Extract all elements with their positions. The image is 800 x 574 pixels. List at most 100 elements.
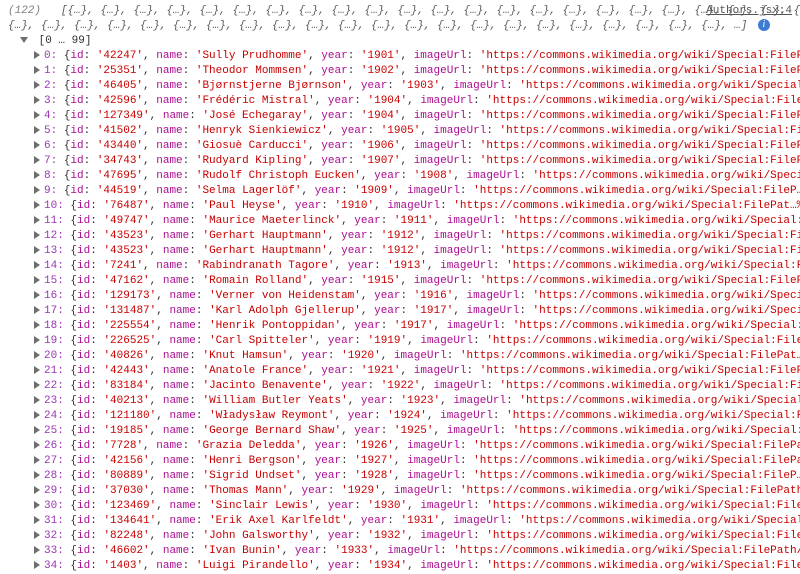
console-object-row[interactable]: 16: {id: '129173', name: 'Verner von Hei… — [34, 289, 800, 304]
row-index: 6: — [44, 140, 57, 152]
row-index: 19: — [44, 335, 64, 347]
disclosure-triangle-icon[interactable] — [34, 411, 40, 419]
disclosure-triangle-icon[interactable] — [34, 126, 40, 134]
array-preview-continued: {…}, {…}, {…}, {…}, {…}, {…}, {…}, {…}, … — [8, 20, 747, 32]
disclosure-triangle-icon[interactable] — [34, 486, 40, 494]
row-index: 7: — [44, 155, 57, 167]
row-index: 3: — [44, 95, 57, 107]
console-object-row[interactable]: 6: {id: '43440', name: 'Giosuè Carducci'… — [34, 139, 800, 154]
row-index: 24: — [44, 410, 64, 422]
console-object-row[interactable]: 1: {id: '25351', name: 'Theodor Mommsen'… — [34, 64, 800, 79]
console-object-row[interactable]: 34: {id: '1403', name: 'Luigi Pirandello… — [34, 559, 800, 574]
console-object-row[interactable]: 26: {id: '7728', name: 'Grazia Deledda',… — [34, 439, 800, 454]
disclosure-triangle-icon[interactable] — [34, 51, 40, 59]
console-object-row[interactable]: 20: {id: '40826', name: 'Knut Hamsun', y… — [34, 349, 800, 364]
disclosure-triangle-icon[interactable] — [34, 81, 40, 89]
row-index: 22: — [44, 380, 64, 392]
disclosure-triangle-icon[interactable] — [34, 201, 40, 209]
console-object-row[interactable]: 22: {id: '83184', name: 'Jacinto Benaven… — [34, 379, 800, 394]
disclosure-triangle-icon[interactable] — [34, 171, 40, 179]
console-object-row[interactable]: 19: {id: '226525', name: 'Carl Spitteler… — [34, 334, 800, 349]
console-object-row[interactable]: 4: {id: '127349', name: 'José Echegaray'… — [34, 109, 800, 124]
console-object-row[interactable]: 0: {id: '42247', name: 'Sully Prudhomme'… — [34, 49, 800, 64]
row-index: 10: — [44, 200, 64, 212]
row-index: 17: — [44, 305, 64, 317]
console-object-row[interactable]: 8: {id: '47695', name: 'Rudolf Christoph… — [34, 169, 800, 184]
row-index: 30: — [44, 500, 64, 512]
group-label: [0 … 99] — [39, 35, 92, 47]
console-object-row[interactable]: 21: {id: '42443', name: 'Anatole France'… — [34, 364, 800, 379]
row-index: 29: — [44, 485, 64, 497]
disclosure-triangle-icon[interactable] — [34, 546, 40, 554]
console-object-row[interactable]: 3: {id: '42596', name: 'Frédéric Mistral… — [34, 94, 800, 109]
console-object-row[interactable]: 15: {id: '47162', name: 'Romain Rolland'… — [34, 274, 800, 289]
console-object-row[interactable]: 33: {id: '46602', name: 'Ivan Bunin', ye… — [34, 544, 800, 559]
console-object-row[interactable]: 18: {id: '225554', name: 'Henrik Pontopp… — [34, 319, 800, 334]
console-object-row[interactable]: 28: {id: '80889', name: 'Sigrid Undset',… — [34, 469, 800, 484]
disclosure-triangle-icon[interactable] — [34, 501, 40, 509]
disclosure-triangle-icon[interactable] — [34, 441, 40, 449]
disclosure-triangle-icon[interactable] — [34, 351, 40, 359]
row-index: 12: — [44, 230, 64, 242]
row-index: 25: — [44, 425, 64, 437]
console-object-row[interactable]: 14: {id: '7241', name: 'Rabindranath Tag… — [34, 259, 800, 274]
console-object-row[interactable]: 9: {id: '44519', name: 'Selma Lagerlöf',… — [34, 184, 800, 199]
console-object-row[interactable]: 7: {id: '34743', name: 'Rudyard Kipling'… — [34, 154, 800, 169]
disclosure-triangle-icon[interactable] — [34, 426, 40, 434]
disclosure-triangle-icon[interactable] — [34, 231, 40, 239]
row-index: 33: — [44, 545, 64, 557]
disclosure-triangle-icon[interactable] — [20, 37, 28, 43]
disclosure-triangle-icon[interactable] — [34, 156, 40, 164]
console-object-row[interactable]: 32: {id: '82248', name: 'John Galsworthy… — [34, 529, 800, 544]
console-object-row[interactable]: 11: {id: '49747', name: 'Maurice Maeterl… — [34, 214, 800, 229]
console-object-row[interactable]: 13: {id: '43523', name: 'Gerhart Hauptma… — [34, 244, 800, 259]
disclosure-triangle-icon[interactable] — [34, 291, 40, 299]
row-index: 31: — [44, 515, 64, 527]
disclosure-triangle-icon[interactable] — [34, 381, 40, 389]
console-object-row[interactable]: 12: {id: '43523', name: 'Gerhart Hauptma… — [34, 229, 800, 244]
disclosure-triangle-icon[interactable] — [34, 456, 40, 464]
console-object-row[interactable]: 10: {id: '76487', name: 'Paul Heyse', ye… — [34, 199, 800, 214]
disclosure-triangle-icon[interactable] — [34, 561, 40, 569]
console-object-row[interactable]: 5: {id: '41502', name: 'Henryk Sienkiewi… — [34, 124, 800, 139]
group-0-99[interactable]: [0 … 99] — [0, 34, 800, 49]
row-index: 2: — [44, 80, 57, 92]
console-object-row[interactable]: 2: {id: '46405', name: 'Bjørnstjerne Bjø… — [34, 79, 800, 94]
info-icon[interactable]: i — [758, 19, 770, 31]
row-index: 1: — [44, 65, 57, 77]
disclosure-triangle-icon[interactable] — [34, 306, 40, 314]
console-object-row[interactable]: 31: {id: '134641', name: 'Erik Axel Karl… — [34, 514, 800, 529]
row-index: 13: — [44, 245, 64, 257]
disclosure-triangle-icon[interactable] — [34, 396, 40, 404]
row-index: 26: — [44, 440, 64, 452]
disclosure-triangle-icon[interactable] — [34, 516, 40, 524]
disclosure-triangle-icon[interactable] — [34, 336, 40, 344]
row-index: 11: — [44, 215, 64, 227]
object-rows: 0: {id: '42247', name: 'Sully Prudhomme'… — [0, 49, 800, 574]
disclosure-triangle-icon[interactable] — [34, 276, 40, 284]
disclosure-triangle-icon[interactable] — [34, 66, 40, 74]
disclosure-triangle-icon[interactable] — [34, 366, 40, 374]
disclosure-triangle-icon[interactable] — [34, 216, 40, 224]
row-index: 28: — [44, 470, 64, 482]
disclosure-triangle-icon[interactable] — [34, 246, 40, 254]
disclosure-triangle-icon[interactable] — [34, 471, 40, 479]
console-object-row[interactable]: 23: {id: '40213', name: 'William Butler … — [34, 394, 800, 409]
console-object-row[interactable]: 27: {id: '42156', name: 'Henri Bergson',… — [34, 454, 800, 469]
console-object-row[interactable]: 30: {id: '123469', name: 'Sinclair Lewis… — [34, 499, 800, 514]
disclosure-triangle-icon[interactable] — [34, 531, 40, 539]
disclosure-triangle-icon[interactable] — [34, 141, 40, 149]
disclosure-triangle-icon[interactable] — [34, 261, 40, 269]
disclosure-triangle-icon[interactable] — [34, 96, 40, 104]
console-object-row[interactable]: 29: {id: '37030', name: 'Thomas Mann', y… — [34, 484, 800, 499]
console-object-row[interactable]: 24: {id: '121180', name: 'Władysław Reym… — [34, 409, 800, 424]
row-index: 0: — [44, 50, 57, 62]
disclosure-triangle-icon[interactable] — [34, 321, 40, 329]
console-object-row[interactable]: 25: {id: '19185', name: 'George Bernard … — [34, 424, 800, 439]
disclosure-triangle-icon[interactable] — [34, 111, 40, 119]
disclosure-triangle-icon[interactable] — [34, 186, 40, 194]
console-object-row[interactable]: 17: {id: '131487', name: 'Karl Adolph Gj… — [34, 304, 800, 319]
row-index: 20: — [44, 350, 64, 362]
row-index: 15: — [44, 275, 64, 287]
row-index: 18: — [44, 320, 64, 332]
